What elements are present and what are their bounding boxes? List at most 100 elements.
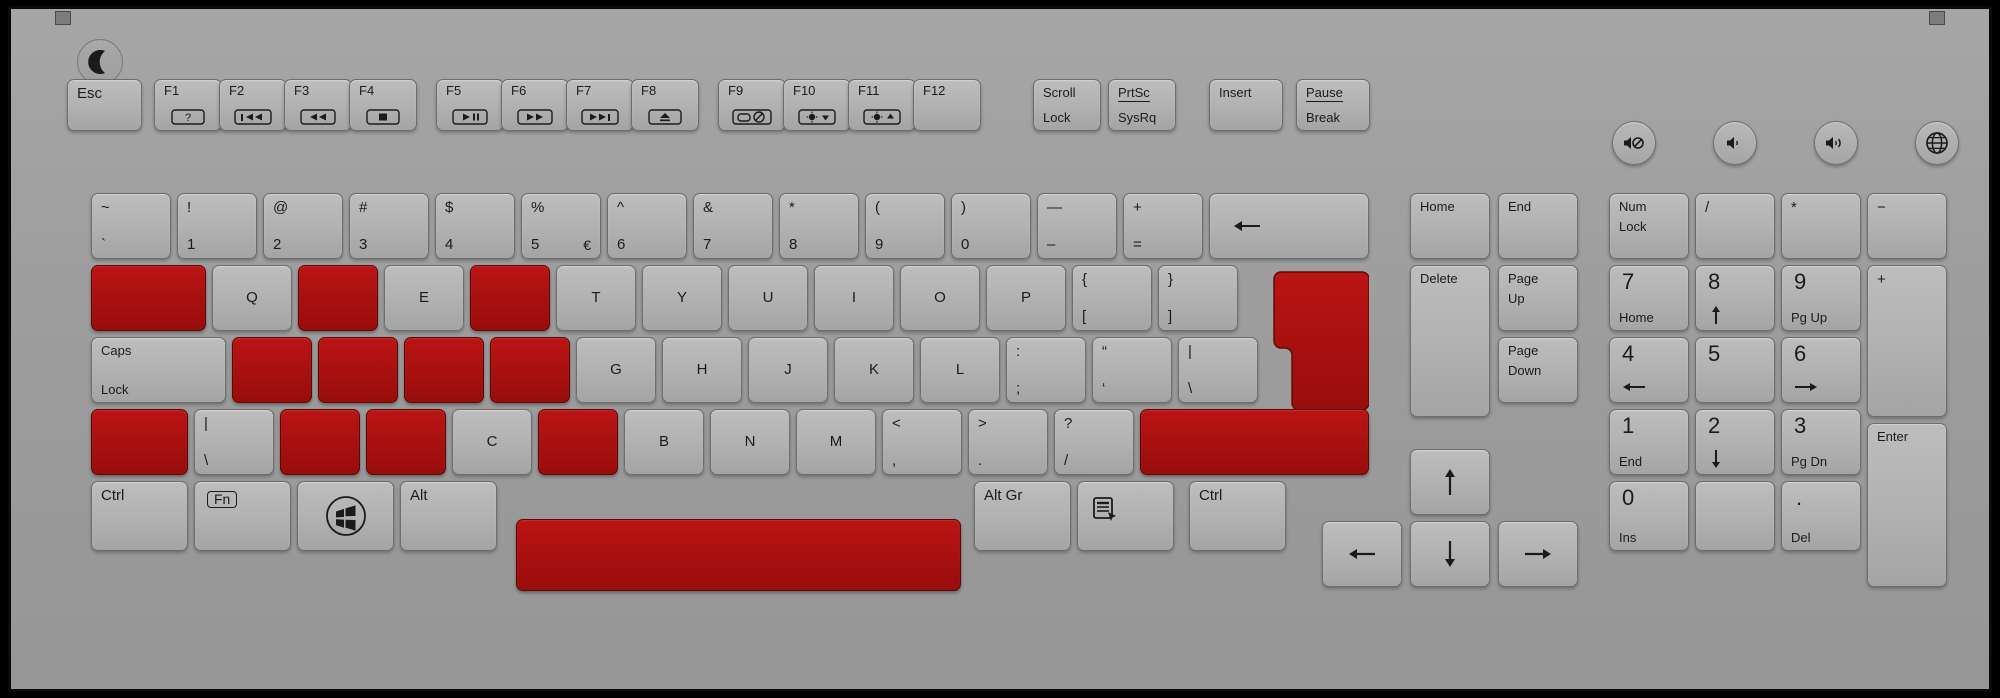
key-f2[interactable]: F2 (219, 79, 287, 131)
key-page-down[interactable]: Page Down (1498, 337, 1578, 403)
key-digit-5[interactable]: % 5 € (521, 193, 601, 259)
key-arrow-left[interactable] (1322, 521, 1402, 587)
key-num-blank[interactable] (1695, 481, 1775, 551)
key-digit-4[interactable]: $ 4 (435, 193, 515, 259)
key-backtick[interactable]: ~ ` (91, 193, 171, 259)
key-insert[interactable]: Insert (1209, 79, 1283, 131)
key-u[interactable]: U (728, 265, 808, 331)
key-num-4[interactable]: 4 (1609, 337, 1689, 403)
key-backslash[interactable]: | \ (1178, 337, 1258, 403)
key-digit-0[interactable]: ) 0 (951, 193, 1031, 259)
key-num-divide[interactable]: / (1695, 193, 1775, 259)
key-digit-9[interactable]: ( 9 (865, 193, 945, 259)
key-ctrl-right[interactable]: Ctrl (1189, 481, 1286, 551)
key-backslash-iso[interactable]: | \ (194, 409, 274, 475)
key-f7[interactable]: F7 (566, 79, 634, 131)
key-arrow-down[interactable] (1410, 521, 1490, 587)
key-arrow-up[interactable] (1410, 449, 1490, 515)
key-page-up[interactable]: Page Up (1498, 265, 1578, 331)
key-n[interactable]: N (710, 409, 790, 475)
key-num-enter[interactable]: Enter (1867, 423, 1947, 587)
key-menu[interactable] (1077, 481, 1174, 551)
key-esc[interactable]: Esc (67, 79, 142, 131)
key-comma[interactable]: < , (882, 409, 962, 475)
key-d[interactable] (404, 337, 484, 403)
media-button-mute[interactable] (1612, 121, 1656, 165)
key-num-add[interactable]: + (1867, 265, 1947, 417)
key-num-lock[interactable]: Num Lock (1609, 193, 1689, 259)
key-num-7[interactable]: 7 Home (1609, 265, 1689, 331)
key-space[interactable] (516, 519, 961, 591)
key-r[interactable] (470, 265, 550, 331)
key-num-1[interactable]: 1 End (1609, 409, 1689, 475)
key-y[interactable]: Y (642, 265, 722, 331)
key-h[interactable]: H (662, 337, 742, 403)
key-period[interactable]: > . (968, 409, 1048, 475)
key-shift-right[interactable] (1140, 409, 1369, 475)
key-num-subtract[interactable]: − (1867, 193, 1947, 259)
media-button-volume-down[interactable] (1713, 121, 1757, 165)
key-g[interactable]: G (576, 337, 656, 403)
key-l[interactable]: L (920, 337, 1000, 403)
key-k[interactable]: K (834, 337, 914, 403)
key-v[interactable] (538, 409, 618, 475)
key-fn[interactable]: Fn (194, 481, 291, 551)
key-x[interactable] (366, 409, 446, 475)
key-tab[interactable] (91, 265, 206, 331)
key-equal[interactable]: + = (1123, 193, 1203, 259)
key-e[interactable]: E (384, 265, 464, 331)
key-bracket-right[interactable]: } ] (1158, 265, 1238, 331)
key-f5[interactable]: F5 (436, 79, 504, 131)
key-f11[interactable]: F11 (848, 79, 916, 131)
key-f9[interactable]: F9 (718, 79, 786, 131)
key-m[interactable]: M (796, 409, 876, 475)
key-quote[interactable]: “ ‘ (1092, 337, 1172, 403)
key-o[interactable]: O (900, 265, 980, 331)
key-f8[interactable]: F8 (631, 79, 699, 131)
media-button-internet[interactable] (1915, 121, 1959, 165)
key-bracket-left[interactable]: { [ (1072, 265, 1152, 331)
key-num-8[interactable]: 8 (1695, 265, 1775, 331)
key-num-decimal[interactable]: . Del (1781, 481, 1861, 551)
key-num-9[interactable]: 9 Pg Up (1781, 265, 1861, 331)
key-num-6[interactable]: 6 (1781, 337, 1861, 403)
key-j[interactable]: J (748, 337, 828, 403)
key-end[interactable]: End (1498, 193, 1578, 259)
key-i[interactable]: I (814, 265, 894, 331)
key-alt-gr[interactable]: Alt Gr (974, 481, 1071, 551)
key-num-3[interactable]: 3 Pg Dn (1781, 409, 1861, 475)
key-f12[interactable]: F12 (913, 79, 981, 131)
key-num-0[interactable]: 0 Ins (1609, 481, 1689, 551)
key-arrow-right[interactable] (1498, 521, 1578, 587)
key-digit-6[interactable]: ^ 6 (607, 193, 687, 259)
key-b[interactable]: B (624, 409, 704, 475)
key-minus[interactable]: — – (1037, 193, 1117, 259)
key-digit-1[interactable]: ! 1 (177, 193, 257, 259)
key-digit-7[interactable]: & 7 (693, 193, 773, 259)
key-num-5[interactable]: 5 (1695, 337, 1775, 403)
key-a[interactable] (232, 337, 312, 403)
key-num-multiply[interactable]: * (1781, 193, 1861, 259)
key-ctrl-left[interactable]: Ctrl (91, 481, 188, 551)
key-enter-iso[interactable] (1273, 265, 1369, 417)
key-p[interactable]: P (986, 265, 1066, 331)
key-f10[interactable]: F10 (783, 79, 851, 131)
key-z[interactable] (280, 409, 360, 475)
key-f6[interactable]: F6 (501, 79, 569, 131)
key-digit-2[interactable]: @ 2 (263, 193, 343, 259)
key-digit-3[interactable]: # 3 (349, 193, 429, 259)
key-home[interactable]: Home (1410, 193, 1490, 259)
key-s[interactable] (318, 337, 398, 403)
key-c[interactable]: C (452, 409, 532, 475)
key-prtsc[interactable]: PrtSc SysRq (1108, 79, 1176, 131)
key-shift-left[interactable] (91, 409, 188, 475)
key-caps-lock[interactable]: Caps Lock (91, 337, 226, 403)
key-num-2[interactable]: 2 (1695, 409, 1775, 475)
key-f3[interactable]: F3 (284, 79, 352, 131)
key-slash[interactable]: ? / (1054, 409, 1134, 475)
key-pause-break[interactable]: Pause Break (1296, 79, 1370, 131)
key-t[interactable]: T (556, 265, 636, 331)
key-f1[interactable]: F1 ? (154, 79, 222, 131)
key-delete[interactable]: Delete (1410, 265, 1490, 417)
key-semicolon[interactable]: : ; (1006, 337, 1086, 403)
